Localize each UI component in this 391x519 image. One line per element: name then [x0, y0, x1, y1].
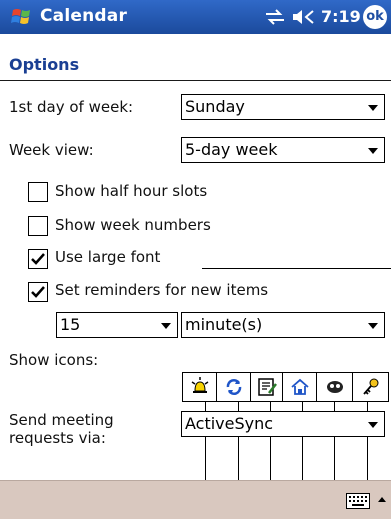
first-day-select[interactable]: Sunday: [181, 94, 385, 120]
key-icon: [362, 378, 378, 395]
alarm-icon-toggle[interactable]: [183, 373, 217, 401]
meeting-label-line2: requests via:: [9, 429, 106, 447]
reminder-amount-select[interactable]: 15: [56, 312, 178, 338]
meeting-transport-value: ActiveSync: [185, 414, 274, 433]
check-icon: [31, 253, 45, 265]
reminder-amount-value: 15: [60, 315, 81, 334]
week-view-select[interactable]: 5-day week: [181, 137, 385, 163]
activesync-icon[interactable]: [264, 9, 286, 25]
private-icon: [326, 381, 343, 393]
show-icons-bar: [182, 372, 389, 402]
windows-start-icon[interactable]: [10, 5, 34, 29]
reminders-label: Set reminders for new items: [55, 281, 269, 299]
input-panel-arrow-icon[interactable]: [378, 497, 386, 502]
page-title: Options: [9, 55, 80, 74]
keyboard-icon[interactable]: [346, 493, 370, 509]
ok-button[interactable]: ok: [363, 5, 387, 29]
header-divider: [0, 80, 391, 81]
first-day-value: Sunday: [185, 97, 245, 116]
half-hour-label: Show half hour slots: [55, 182, 208, 200]
chevron-down-icon: [368, 422, 378, 428]
meeting-transport-select[interactable]: ActiveSync: [181, 411, 385, 437]
recurrence-icon: [226, 379, 241, 395]
week-view-label: Week view:: [9, 141, 94, 159]
reminders-checkbox[interactable]: [28, 282, 48, 302]
home-icon: [290, 378, 309, 395]
alarm-icon: [191, 377, 208, 393]
large-font-checkbox[interactable]: [28, 249, 48, 269]
chevron-down-icon: [368, 148, 378, 154]
week-view-value: 5-day week: [185, 140, 278, 159]
app-title: Calendar: [40, 6, 128, 26]
note-icon-toggle[interactable]: [251, 373, 283, 401]
title-bar: Calendar 7:19 ok: [0, 0, 391, 34]
home-icon-toggle[interactable]: [283, 373, 317, 401]
reminder-unit-value: minute(s): [185, 315, 263, 334]
command-bar: [0, 480, 391, 519]
check-icon: [31, 286, 45, 298]
divider-line: [202, 268, 391, 269]
week-numbers-label: Show week numbers: [55, 216, 211, 234]
chevron-down-icon: [161, 323, 171, 329]
key-icon-toggle[interactable]: [353, 373, 388, 401]
chevron-down-icon: [368, 105, 378, 111]
chevron-down-icon: [368, 323, 378, 329]
recurrence-icon-toggle[interactable]: [217, 373, 251, 401]
first-day-label: 1st day of week:: [9, 98, 134, 116]
private-icon-toggle[interactable]: [317, 373, 353, 401]
show-icons-label: Show icons:: [9, 351, 99, 369]
large-font-label: Use large font: [55, 248, 161, 266]
week-numbers-checkbox[interactable]: [28, 216, 48, 236]
note-icon: [257, 378, 277, 396]
reminder-unit-select[interactable]: minute(s): [181, 312, 385, 338]
volume-icon[interactable]: [291, 8, 317, 26]
meeting-label-line1: Send meeting: [9, 411, 114, 429]
clock[interactable]: 7:19: [321, 7, 361, 26]
half-hour-checkbox[interactable]: [28, 182, 48, 202]
